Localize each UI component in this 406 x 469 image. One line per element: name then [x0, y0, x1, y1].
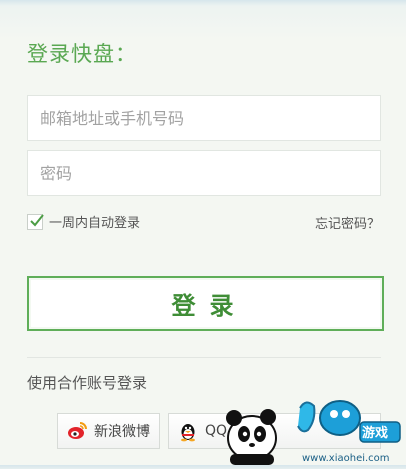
qq-login-button[interactable]: QQ: [168, 413, 381, 449]
remember-label: 一周内自动登录: [49, 216, 141, 231]
svg-text:www.xiaohei.com: www.xiaohei.com: [302, 453, 390, 464]
qq-label: QQ: [205, 423, 228, 439]
social-login-label: 使用合作账号登录: [27, 374, 148, 392]
qq-penguin-icon: [177, 420, 199, 442]
forgot-password-link[interactable]: 忘记密码？: [315, 213, 380, 232]
check-icon: [30, 213, 44, 226]
password-field[interactable]: [27, 150, 381, 196]
email-field[interactable]: [27, 95, 381, 141]
weibo-label: 新浪微博: [94, 424, 150, 440]
password-input[interactable]: [28, 151, 380, 195]
email-input[interactable]: [28, 96, 380, 140]
weibo-icon: [66, 420, 88, 442]
remember-checkbox[interactable]: [27, 213, 44, 230]
divider: [27, 357, 381, 358]
remember-me-toggle[interactable]: 一周内自动登录: [27, 212, 140, 231]
weibo-login-button[interactable]: 新浪微博: [57, 413, 160, 449]
page-title: 登录快盘：: [27, 42, 137, 66]
login-button[interactable]: 登录: [27, 276, 384, 331]
